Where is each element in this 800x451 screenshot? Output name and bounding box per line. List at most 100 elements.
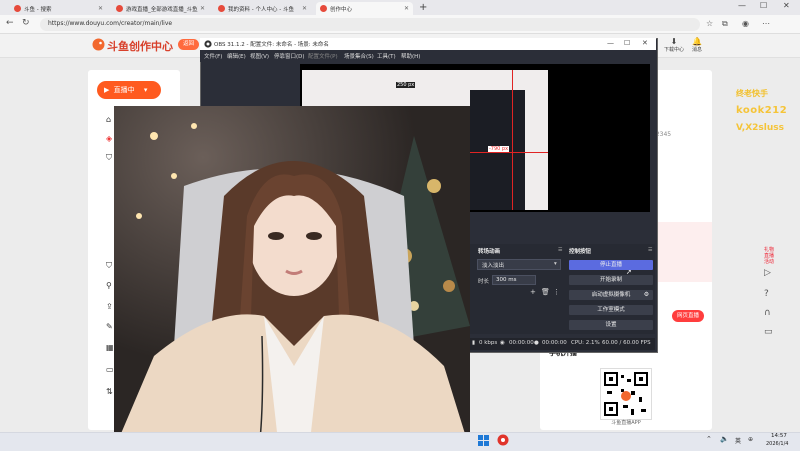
preview-guide-line xyxy=(512,70,513,210)
delete-icon[interactable]: 🗑 xyxy=(541,288,550,296)
tab-title: 我的资料 - 个人中心 - 斗鱼 xyxy=(228,6,294,13)
chevron-down-icon: ▾ xyxy=(554,261,557,267)
close-tab-icon[interactable]: ✕ xyxy=(404,5,409,12)
windows-start-icon[interactable] xyxy=(478,435,489,446)
obs-menu-docks[interactable]: 停靠窗口(D) xyxy=(274,52,305,60)
obs-minimize-icon[interactable]: — xyxy=(607,39,614,47)
duration-label: 时长 xyxy=(478,279,490,285)
close-tab-icon[interactable]: ✕ xyxy=(98,5,103,12)
minimize-icon[interactable]: — xyxy=(738,1,746,10)
obs-menu-profile[interactable]: 配置文件(P) xyxy=(308,52,338,60)
tab-title: 斗鱼 - 搜索 xyxy=(24,6,52,13)
douyu-logo-text: 斗鱼创作中心 xyxy=(107,40,173,53)
browser-tab-bar: 斗鱼 - 搜索 ✕ 游戏直播_全部游戏直播_斗鱼直播 ✕ 我的资料 - 个人中心… xyxy=(0,0,800,15)
maximize-icon[interactable]: ☐ xyxy=(760,1,767,10)
extensions-icon[interactable]: ⋯ xyxy=(762,19,770,28)
help-icon[interactable]: ? xyxy=(764,289,769,299)
bitrate-value: 0 kbps xyxy=(479,340,498,346)
douyu-favicon-icon xyxy=(14,5,21,12)
stream-icon: ◉ xyxy=(500,340,505,346)
transition-value: 淡入淡出 xyxy=(482,263,505,269)
qr-caption: 斗鱼直播APP xyxy=(611,420,641,426)
webcam-feed xyxy=(114,106,470,450)
gear-icon[interactable]: ⚙ xyxy=(641,290,652,300)
download-center-label: 下载中心 xyxy=(663,47,684,53)
monitor-icon[interactable]: ▭ xyxy=(764,327,773,337)
obs-menu-edit[interactable]: 编辑(E) xyxy=(227,52,246,60)
obs-close-icon[interactable]: ✕ xyxy=(642,39,648,47)
favorites-icon[interactable]: ☆ xyxy=(706,19,713,28)
bitrate-icon: ▮ xyxy=(472,340,476,346)
share-icon[interactable]: ⇪ xyxy=(106,302,113,311)
preview-offset-label: -790 px xyxy=(488,146,510,152)
network-icon[interactable]: ⊕ xyxy=(748,436,753,443)
close-tab-icon[interactable]: ✕ xyxy=(302,5,307,12)
duration-value: 300 ms xyxy=(496,277,517,283)
cpu-usage: CPU: 2.1% xyxy=(571,340,600,346)
obs-title: OBS 31.1.2 - 配置文件: 未命名 - 场景: 未命名 xyxy=(214,42,329,48)
grid-icon[interactable]: ▦ xyxy=(106,343,114,352)
video-icon[interactable]: ▷ xyxy=(764,268,771,278)
clock-time[interactable]: 14:57 xyxy=(771,433,787,439)
refresh-icon[interactable]: ↻ xyxy=(22,18,30,28)
controls-dock-title: 控制按钮 xyxy=(569,249,592,255)
record-time: 00:00:00 xyxy=(542,340,567,346)
shield-icon[interactable]: ⛉ xyxy=(106,153,112,163)
obs-logo-icon xyxy=(204,40,212,48)
transitions-dock-title: 转场动画 xyxy=(478,249,501,255)
messages-button[interactable]: 🔔 消息 xyxy=(686,37,708,53)
back-icon[interactable]: ← xyxy=(6,18,14,28)
browser-tab[interactable]: 游戏直播_全部游戏直播_斗鱼直播 ✕ xyxy=(112,2,209,15)
collections-icon[interactable]: ⧉ xyxy=(722,19,728,29)
qr-code xyxy=(600,368,652,420)
download-icon: ⬇ xyxy=(670,37,678,46)
dock-menu-icon[interactable]: ☰ xyxy=(648,247,652,253)
obs-menu-scene-collection[interactable]: 场景集合(S) xyxy=(344,52,374,60)
home-icon[interactable]: ⌂ xyxy=(106,115,111,124)
chevron-up-icon[interactable]: ⌃ xyxy=(706,435,712,443)
clock-date[interactable]: 2026/1/4 xyxy=(766,441,788,447)
obs-menu-file[interactable]: 文件(F) xyxy=(204,52,222,60)
live-icon: ▶ xyxy=(104,86,110,94)
more-icon[interactable]: ⋮ xyxy=(553,288,560,296)
live-status-label: 直播中 xyxy=(113,86,135,94)
add-icon[interactable]: + xyxy=(530,288,536,296)
side-red-link[interactable]: 礼物 直播 活动 xyxy=(764,247,776,265)
dock-menu-icon[interactable]: ☰ xyxy=(558,247,562,253)
studio-mode-button[interactable]: 工作室模式 xyxy=(569,305,653,315)
obs-maximize-icon[interactable]: ☐ xyxy=(624,39,630,47)
chevron-down-icon: ▾ xyxy=(143,86,148,94)
fps-readout: 60.00 / 60.00 FPS xyxy=(602,340,651,346)
back-button[interactable]: 返回 xyxy=(178,39,200,50)
obs-menu-help[interactable]: 帮助(H) xyxy=(401,52,420,60)
tab-title: 游戏直播_全部游戏直播_斗鱼直播 xyxy=(126,6,198,13)
edit-icon[interactable]: ✎ xyxy=(106,322,113,331)
input-language[interactable]: 英 xyxy=(735,436,741,445)
headset-icon[interactable]: ∩ xyxy=(764,308,771,318)
shield-icon[interactable]: ⛉ xyxy=(106,261,112,271)
obs-menu-view[interactable]: 视图(V) xyxy=(250,52,269,60)
overlay-line-1: 终老快手 xyxy=(736,89,768,98)
browser-tab[interactable]: 我的资料 - 个人中心 - 斗鱼 ✕ xyxy=(214,2,311,15)
download-center-button[interactable]: ⬇ 下载中心 xyxy=(663,37,685,53)
arrows-icon[interactable]: ⇅ xyxy=(106,387,113,396)
badge-icon[interactable]: ◈ xyxy=(106,134,112,143)
preview-offset-label: 250 px xyxy=(396,82,416,88)
live-status-button[interactable]: ▶ 直播中 ▾ xyxy=(97,81,161,99)
account-icon[interactable]: ◉ xyxy=(742,19,749,28)
stop-streaming-button[interactable]: 停止直播 xyxy=(569,260,653,270)
start-recording-button[interactable]: 开始录制 xyxy=(569,275,653,285)
browser-tab-active[interactable]: 创作中心 ✕ xyxy=(316,2,413,15)
location-icon[interactable]: ⚲ xyxy=(106,281,112,290)
taskbar-app-icon[interactable] xyxy=(497,434,509,446)
volume-icon[interactable]: 🔈 xyxy=(720,435,729,443)
web-live-button[interactable]: 网页直播 xyxy=(672,310,705,322)
new-tab-button[interactable]: + xyxy=(419,2,427,13)
browser-tab[interactable]: 斗鱼 - 搜索 ✕ xyxy=(10,2,107,15)
close-tab-icon[interactable]: ✕ xyxy=(200,5,205,12)
close-window-icon[interactable]: ✕ xyxy=(783,1,790,10)
obs-menu-tools[interactable]: 工具(T) xyxy=(377,52,396,60)
mouse-cursor-icon: ➚ xyxy=(626,268,632,276)
settings-button[interactable]: 设置 xyxy=(569,320,653,330)
wallet-icon[interactable]: ▭ xyxy=(106,365,114,374)
